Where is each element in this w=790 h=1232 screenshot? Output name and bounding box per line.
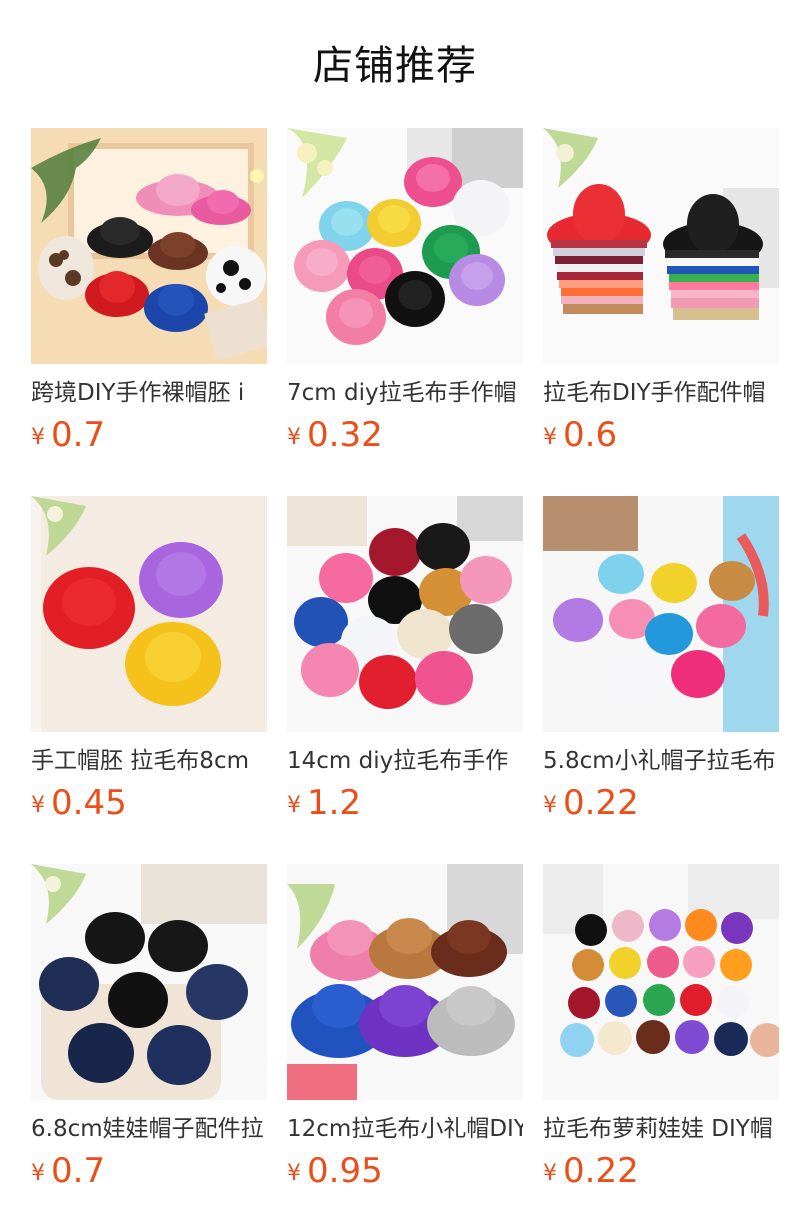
- product-card[interactable]: 手工帽胚 拉毛布8cm ¥ 0.45: [31, 496, 267, 827]
- product-image[interactable]: [31, 864, 267, 1100]
- price-value: 0.6: [563, 415, 618, 455]
- hat-photo-icon: [543, 496, 779, 732]
- product-card[interactable]: 5.8cm小礼帽子拉毛布 ¥ 0.22: [543, 496, 779, 827]
- product-name[interactable]: 6.8cm娃娃帽子配件拉: [31, 1114, 267, 1144]
- hat-photo-icon: [287, 128, 523, 364]
- hat-photo-icon: [31, 128, 267, 364]
- product-name[interactable]: 7cm diy拉毛布手作帽: [287, 378, 523, 408]
- hat-photo-icon: [543, 864, 779, 1100]
- product-name[interactable]: 5.8cm小礼帽子拉毛布: [543, 746, 779, 776]
- product-image[interactable]: [287, 864, 523, 1100]
- currency-symbol: ¥: [31, 425, 45, 450]
- price-value: 0.7: [51, 415, 106, 455]
- hat-photo-icon: [287, 496, 523, 732]
- currency-symbol: ¥: [287, 1161, 301, 1186]
- product-card[interactable]: 拉毛布DIY手作配件帽 ¥ 0.6: [543, 128, 779, 459]
- price-value: 0.45: [51, 783, 127, 823]
- product-image[interactable]: [31, 496, 267, 732]
- product-price: ¥ 0.32: [287, 416, 523, 459]
- currency-symbol: ¥: [543, 425, 557, 450]
- product-card[interactable]: 14cm diy拉毛布手作 ¥ 1.2: [287, 496, 523, 827]
- product-card[interactable]: 拉毛布萝莉娃娃 DIY帽 ¥ 0.22: [543, 864, 779, 1195]
- product-name[interactable]: 14cm diy拉毛布手作: [287, 746, 523, 776]
- currency-symbol: ¥: [543, 793, 557, 818]
- product-name[interactable]: 12cm拉毛布小礼帽DIY: [287, 1114, 523, 1144]
- product-price: ¥ 0.6: [543, 416, 779, 459]
- hat-photo-icon: [543, 128, 779, 364]
- currency-symbol: ¥: [287, 425, 301, 450]
- product-name[interactable]: 跨境DIY手作裸帽胚 i: [31, 378, 267, 408]
- product-price: ¥ 0.45: [31, 784, 267, 827]
- hat-photo-icon: [31, 864, 267, 1100]
- product-card[interactable]: 7cm diy拉毛布手作帽 ¥ 0.32: [287, 128, 523, 459]
- product-price: ¥ 0.22: [543, 1152, 779, 1195]
- currency-symbol: ¥: [543, 1161, 557, 1186]
- product-card[interactable]: 跨境DIY手作裸帽胚 i ¥ 0.7: [31, 128, 267, 459]
- product-name[interactable]: 拉毛布萝莉娃娃 DIY帽: [543, 1114, 779, 1144]
- hat-photo-icon: [287, 864, 523, 1100]
- product-name[interactable]: 手工帽胚 拉毛布8cm: [31, 746, 267, 776]
- hat-photo-icon: [31, 496, 267, 732]
- product-image[interactable]: [31, 128, 267, 364]
- product-price: ¥ 1.2: [287, 784, 523, 827]
- currency-symbol: ¥: [31, 1161, 45, 1186]
- product-card[interactable]: 12cm拉毛布小礼帽DIY ¥ 0.95: [287, 864, 523, 1195]
- currency-symbol: ¥: [31, 793, 45, 818]
- product-image[interactable]: [543, 864, 779, 1100]
- currency-symbol: ¥: [287, 793, 301, 818]
- product-card[interactable]: 6.8cm娃娃帽子配件拉 ¥ 0.7: [31, 864, 267, 1195]
- price-value: 0.32: [307, 415, 383, 455]
- store-recommendations-page: 店铺推荐 跨境DIY手作裸帽胚 i ¥ 0.7 7cm diy拉毛布手作帽 ¥ …: [0, 0, 790, 1232]
- product-image[interactable]: [543, 496, 779, 732]
- page-title: 店铺推荐: [313, 43, 477, 89]
- product-price: ¥ 0.7: [31, 1152, 267, 1195]
- product-price: ¥ 0.22: [543, 784, 779, 827]
- product-price: ¥ 0.7: [31, 416, 267, 459]
- product-name[interactable]: 拉毛布DIY手作配件帽: [543, 378, 779, 408]
- product-image[interactable]: [287, 496, 523, 732]
- price-value: 0.22: [563, 783, 639, 823]
- price-value: 0.7: [51, 1151, 106, 1191]
- price-value: 0.22: [563, 1151, 639, 1191]
- product-price: ¥ 0.95: [287, 1152, 523, 1195]
- product-image[interactable]: [287, 128, 523, 364]
- product-image[interactable]: [543, 128, 779, 364]
- price-value: 0.95: [307, 1151, 383, 1191]
- price-value: 1.2: [307, 783, 362, 823]
